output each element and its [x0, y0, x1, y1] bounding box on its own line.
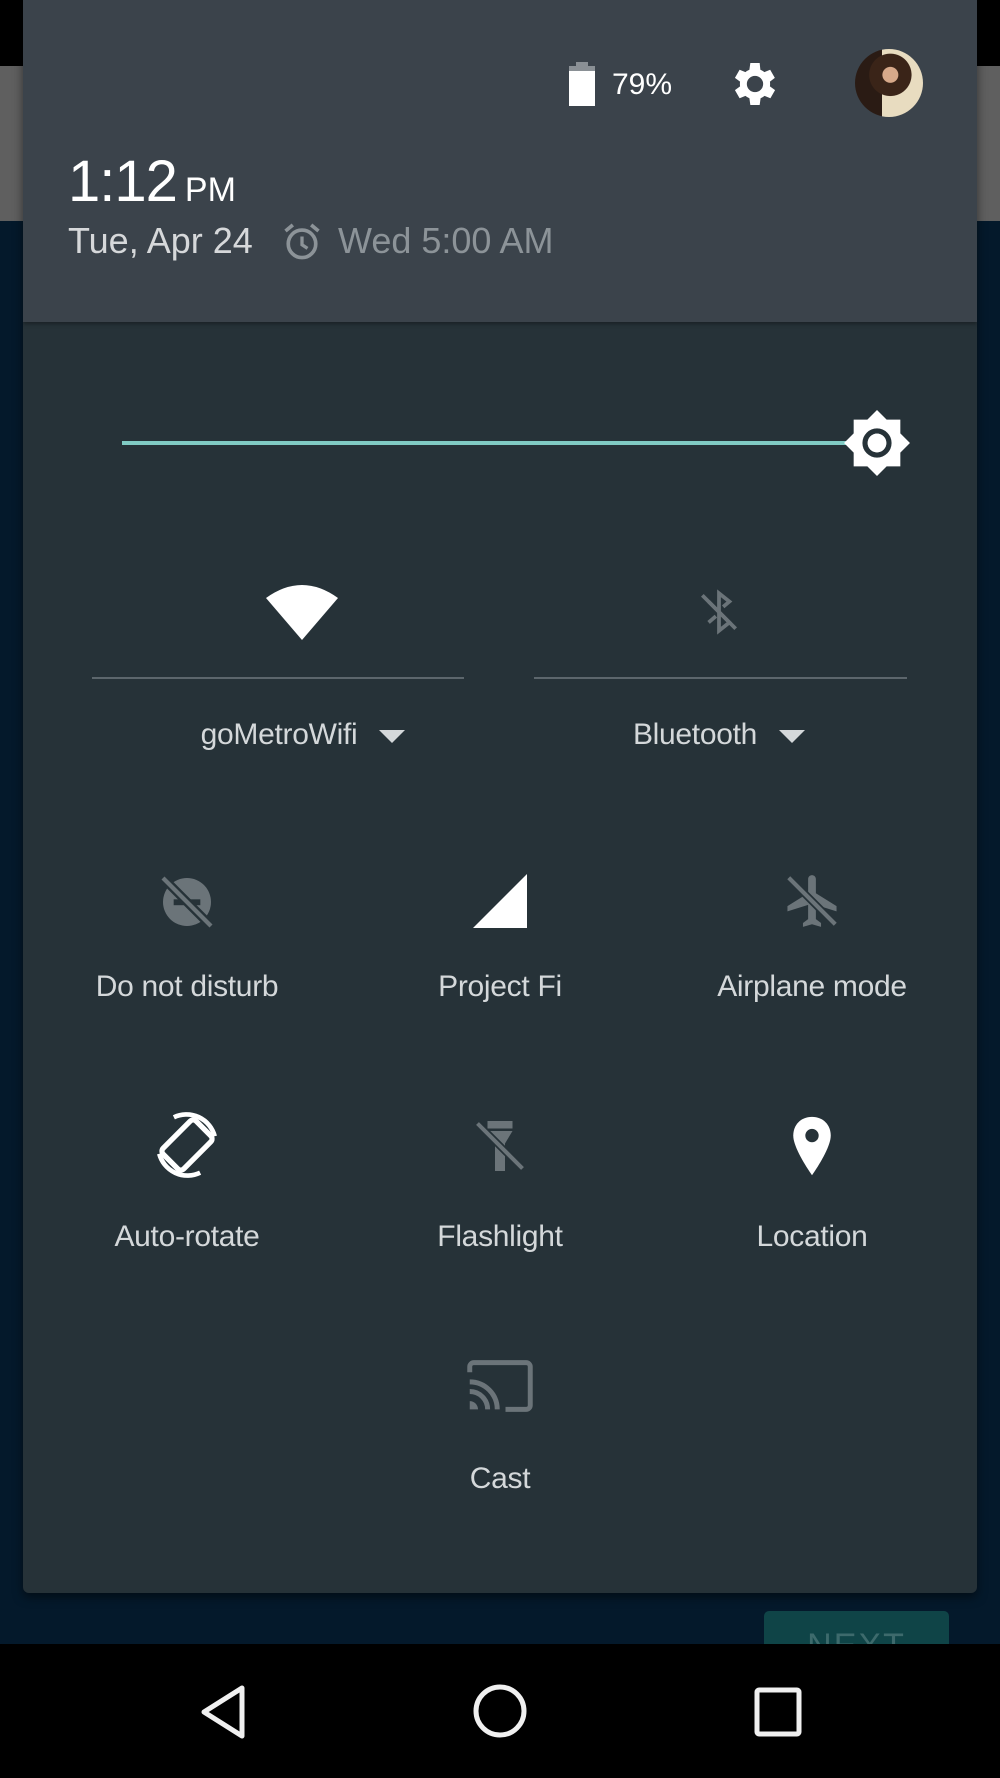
home-icon[interactable] [472, 1683, 528, 1739]
tile-label: Airplane mode [717, 970, 907, 1003]
brightness-slider[interactable] [122, 441, 877, 445]
divider [534, 677, 907, 679]
do-not-disturb-off-icon [159, 874, 215, 930]
back-icon[interactable] [198, 1684, 248, 1740]
battery-percent: 79% [612, 68, 673, 101]
recents-icon[interactable] [754, 1687, 802, 1737]
clock: 1:12 PM [68, 148, 236, 215]
cell-signal-icon [473, 874, 527, 928]
tile-label: Flashlight [437, 1220, 563, 1253]
next-alarm[interactable]: Wed 5:00 AM [338, 220, 553, 262]
alarm-clock-icon [284, 223, 320, 260]
tile-cast[interactable]: Cast [345, 1358, 655, 1496]
tile-flashlight[interactable]: Flashlight [345, 1110, 655, 1254]
caret-down-icon[interactable] [779, 729, 806, 743]
tile-label: Location [756, 1220, 868, 1253]
clock-time: 1:12 [68, 149, 178, 214]
tile-label: Cast [469, 1462, 531, 1495]
tile-wifi-label[interactable]: goMetroWifi [123, 718, 483, 752]
battery-icon [569, 62, 595, 106]
tile-bluetooth-label[interactable]: Bluetooth [539, 718, 899, 752]
bluetooth-label: Bluetooth [632, 718, 758, 751]
bluetooth-off-icon [701, 589, 737, 635]
location-pin-icon [793, 1116, 831, 1176]
tile-project-fi[interactable]: Project Fi [345, 870, 655, 1004]
tile-label: Do not disturb [95, 970, 279, 1003]
wifi-network-name: goMetroWifi [200, 718, 358, 751]
clock-ampm: PM [184, 171, 236, 209]
auto-rotate-icon [157, 1112, 217, 1178]
tile-do-not-disturb[interactable]: Do not disturb [32, 870, 342, 1004]
flashlight-off-icon [474, 1120, 526, 1172]
wifi-icon [266, 585, 338, 640]
tile-auto-rotate[interactable]: Auto-rotate [32, 1110, 342, 1254]
caret-down-icon[interactable] [379, 729, 406, 743]
divider [92, 677, 464, 679]
quick-settings-panel: 79% 1:12 PM Tue, Apr 24 Wed 5:00 AM goMet… [23, 0, 977, 1593]
navigation-bar [0, 1644, 1000, 1778]
tile-location[interactable]: Location [657, 1110, 967, 1254]
tile-airplane-mode[interactable]: Airplane mode [657, 870, 967, 1004]
airplane-off-icon [786, 875, 838, 927]
date[interactable]: Tue, Apr 24 [68, 220, 253, 262]
tile-label: Project Fi [438, 970, 562, 1003]
brightness-sun-icon[interactable] [842, 408, 912, 478]
cast-icon [467, 1360, 533, 1412]
quick-settings-header: 79% 1:12 PM Tue, Apr 24 Wed 5:00 AM [23, 0, 977, 322]
gear-icon[interactable] [727, 56, 783, 112]
user-avatar[interactable] [855, 49, 923, 117]
tile-label: Auto-rotate [114, 1220, 260, 1253]
